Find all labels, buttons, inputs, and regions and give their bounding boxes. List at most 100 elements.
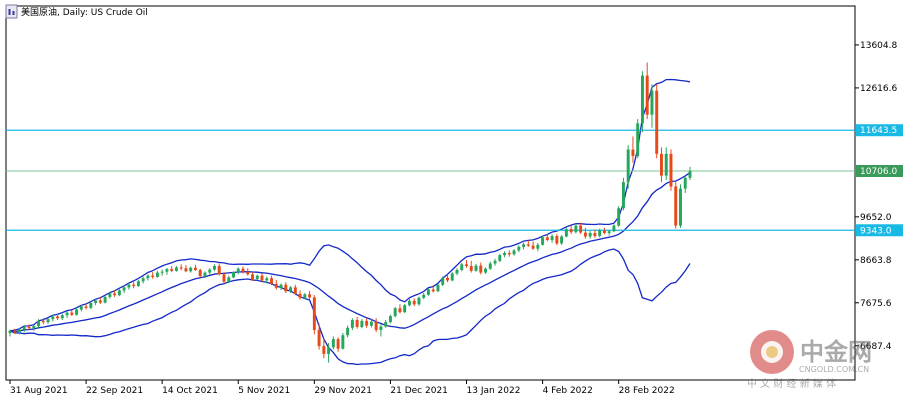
candle-body xyxy=(289,287,293,292)
candle xyxy=(688,166,692,180)
candle-body xyxy=(465,264,468,267)
candle-body xyxy=(593,233,597,237)
candle-body xyxy=(617,208,621,226)
x-tick-label: 13 Jan 2022 xyxy=(467,386,521,396)
candle xyxy=(426,288,430,296)
x-tick-label: 31 Aug 2021 xyxy=(10,386,68,396)
candle-body xyxy=(422,294,426,298)
candle-body xyxy=(179,267,183,269)
candle xyxy=(350,318,354,330)
candle xyxy=(564,227,568,238)
candle-body xyxy=(198,269,202,277)
candle-body xyxy=(688,170,692,178)
candle xyxy=(612,224,616,233)
candle-body xyxy=(659,153,663,176)
plot-border xyxy=(5,5,856,381)
candle-body xyxy=(13,330,17,333)
horizontal-levels xyxy=(6,129,855,231)
candle xyxy=(208,268,212,275)
candle-body xyxy=(122,287,126,291)
candle-body xyxy=(151,275,155,277)
candle xyxy=(469,260,473,273)
candle xyxy=(141,276,145,284)
candle-body xyxy=(579,225,583,233)
candle-body xyxy=(32,326,36,329)
candle-body xyxy=(636,123,640,157)
candle-body xyxy=(541,237,545,245)
chart-symbol-icon-bar xyxy=(12,11,15,15)
price-chart: 6687.47675.68663.89652.012616.613604.811… xyxy=(5,4,903,396)
candle-body xyxy=(284,284,288,292)
candle xyxy=(531,241,535,250)
candle xyxy=(488,261,492,270)
candle-body xyxy=(588,233,592,237)
x-tick-label: 4 Feb 2022 xyxy=(543,386,593,396)
candle-body xyxy=(251,274,254,280)
candle xyxy=(664,147,668,180)
candle xyxy=(574,223,578,234)
candle-body xyxy=(360,320,364,327)
bollinger-bands xyxy=(9,78,691,366)
candle xyxy=(569,225,573,234)
candle xyxy=(60,313,64,320)
candle xyxy=(441,276,445,287)
candle-body xyxy=(18,329,21,333)
candle-body xyxy=(655,90,659,154)
candle xyxy=(170,266,174,273)
candle xyxy=(636,119,640,159)
candle-body xyxy=(117,290,121,296)
candle xyxy=(308,290,312,300)
candle xyxy=(151,272,155,279)
candle-body xyxy=(75,309,79,315)
candle-body xyxy=(293,287,297,294)
candle-body xyxy=(89,303,93,308)
candle xyxy=(213,264,216,272)
candle-body xyxy=(607,231,611,234)
candle-body xyxy=(98,300,102,303)
candle xyxy=(346,325,350,338)
candle-body xyxy=(407,300,411,306)
candle-body xyxy=(426,289,430,295)
time-axis: 31 Aug 2021 22 Sep 2021 14 Oct 2021 5 Nov 2… xyxy=(9,380,675,396)
candle-body xyxy=(346,327,350,336)
candle-body xyxy=(379,326,383,330)
chart-title: 美国原油, Daily: US Crude Oil xyxy=(21,6,148,18)
candle-body xyxy=(631,149,635,157)
candle-body xyxy=(393,308,397,317)
candle-body xyxy=(155,272,159,277)
candle xyxy=(555,233,559,246)
candle-body xyxy=(317,329,321,347)
candle xyxy=(341,333,345,350)
candle-body xyxy=(255,275,259,280)
candle xyxy=(455,268,459,276)
price-axis: 6687.47675.68663.89652.012616.613604.811… xyxy=(855,41,903,352)
candle xyxy=(550,234,554,243)
candle-body xyxy=(583,232,587,237)
candle xyxy=(507,250,511,257)
candle xyxy=(417,296,421,306)
candle-body xyxy=(165,269,169,272)
candle xyxy=(365,318,369,328)
level-price-label: 11643.5 xyxy=(856,124,903,137)
level-price-label-text: 11643.5 xyxy=(860,126,897,136)
candle-body xyxy=(298,293,302,298)
candle-body xyxy=(522,244,526,247)
candle-body xyxy=(536,244,540,249)
candle-body xyxy=(217,266,221,275)
candle-body xyxy=(189,267,193,272)
x-tick-label: 22 Sep 2021 xyxy=(86,386,143,396)
candle-body xyxy=(65,312,69,316)
candle xyxy=(631,136,635,163)
candle xyxy=(189,266,193,273)
candle xyxy=(193,264,197,271)
candle-body xyxy=(160,271,164,273)
candle-body xyxy=(650,90,654,115)
y-tick-label: 13604.8 xyxy=(860,41,897,51)
chart-symbol-icon xyxy=(5,4,18,19)
candle-body xyxy=(626,149,630,183)
candle-body xyxy=(388,316,392,323)
candle-body xyxy=(469,266,473,271)
candle-body xyxy=(460,264,464,270)
candle xyxy=(583,227,587,239)
x-tick-label: 5 Nov 2021 xyxy=(238,386,290,396)
